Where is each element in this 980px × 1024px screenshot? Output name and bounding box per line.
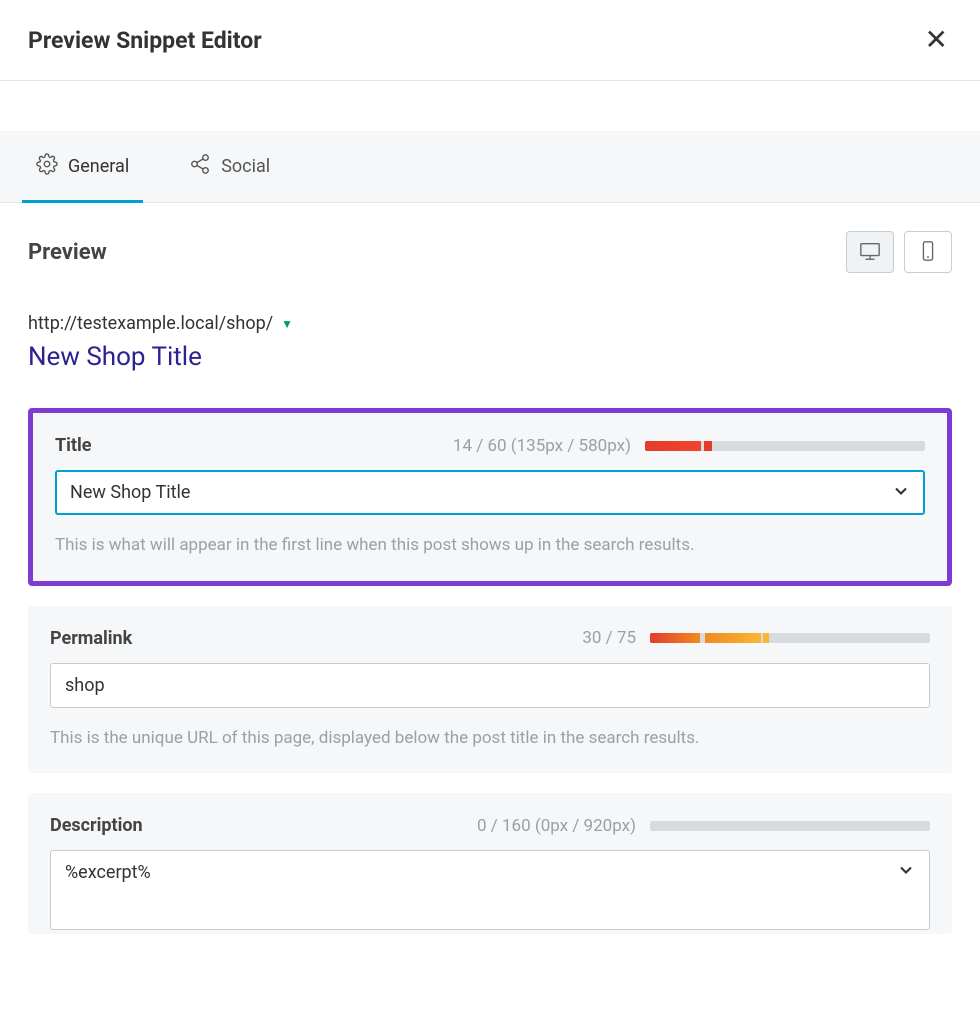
title-meter-wrap: 14 / 60 (135px / 580px) — [453, 436, 925, 456]
title-meter — [645, 441, 925, 451]
dropdown-caret-icon: ▼ — [281, 317, 293, 331]
permalink-label: Permalink — [50, 628, 132, 649]
tab-bar: General Social — [0, 131, 980, 203]
permalink-card-head: Permalink 30 / 75 — [50, 628, 930, 649]
modal-header: Preview Snippet Editor ✕ — [0, 0, 980, 81]
title-input-row — [55, 470, 925, 515]
gear-icon — [36, 153, 58, 180]
title-meter-fill-2 — [704, 441, 712, 451]
title-counter: 14 / 60 (135px / 580px) — [453, 436, 631, 456]
description-card-head: Description 0 / 160 (0px / 920px) — [50, 815, 930, 836]
description-input[interactable] — [50, 850, 930, 930]
description-card: Description 0 / 160 (0px / 920px) — [28, 793, 952, 934]
title-meter-fill-1 — [645, 441, 701, 451]
description-meter-wrap: 0 / 160 (0px / 920px) — [477, 816, 930, 836]
modal-title: Preview Snippet Editor — [28, 27, 262, 54]
tab-social-label: Social — [221, 156, 270, 177]
spacer — [0, 81, 980, 131]
description-counter: 0 / 160 (0px / 920px) — [477, 816, 636, 836]
content: Preview http://testexample.local/shop/ ▼… — [0, 203, 980, 962]
description-meter — [650, 821, 930, 831]
permalink-input[interactable] — [50, 663, 930, 708]
close-button[interactable]: ✕ — [921, 22, 952, 58]
snippet-url[interactable]: http://testexample.local/shop/ ▼ — [28, 313, 952, 334]
permalink-input-row — [50, 663, 930, 708]
permalink-helper: This is the unique URL of this page, dis… — [50, 726, 930, 752]
permalink-meter-fill-3 — [763, 633, 769, 643]
title-input[interactable] — [55, 470, 925, 515]
permalink-meter — [650, 633, 930, 643]
device-toggle — [846, 231, 952, 273]
preview-heading: Preview — [28, 240, 107, 265]
title-card: Title 14 / 60 (135px / 580px) This is wh… — [28, 408, 952, 586]
description-input-row — [50, 850, 930, 934]
desktop-button[interactable] — [846, 231, 894, 273]
permalink-meter-wrap: 30 / 75 — [582, 628, 930, 648]
tab-social[interactable]: Social — [181, 131, 278, 202]
permalink-meter-fill-1 — [650, 633, 700, 643]
mobile-icon — [917, 240, 939, 265]
title-helper: This is what will appear in the first li… — [55, 533, 925, 559]
share-icon — [189, 153, 211, 180]
snippet-url-text: http://testexample.local/shop/ — [28, 313, 273, 334]
description-label: Description — [50, 815, 143, 836]
desktop-icon — [859, 240, 881, 265]
permalink-meter-fill-2 — [705, 633, 761, 643]
title-card-head: Title 14 / 60 (135px / 580px) — [55, 435, 925, 456]
tab-general[interactable]: General — [28, 131, 137, 202]
title-label: Title — [55, 435, 92, 456]
permalink-counter: 30 / 75 — [582, 628, 636, 648]
snippet-title: New Shop Title — [28, 342, 952, 372]
mobile-button[interactable] — [904, 231, 952, 273]
permalink-card: Permalink 30 / 75 This is the unique URL… — [28, 606, 952, 774]
tab-general-label: General — [68, 156, 129, 177]
preview-header-row: Preview — [28, 231, 952, 273]
close-icon: ✕ — [925, 24, 948, 55]
